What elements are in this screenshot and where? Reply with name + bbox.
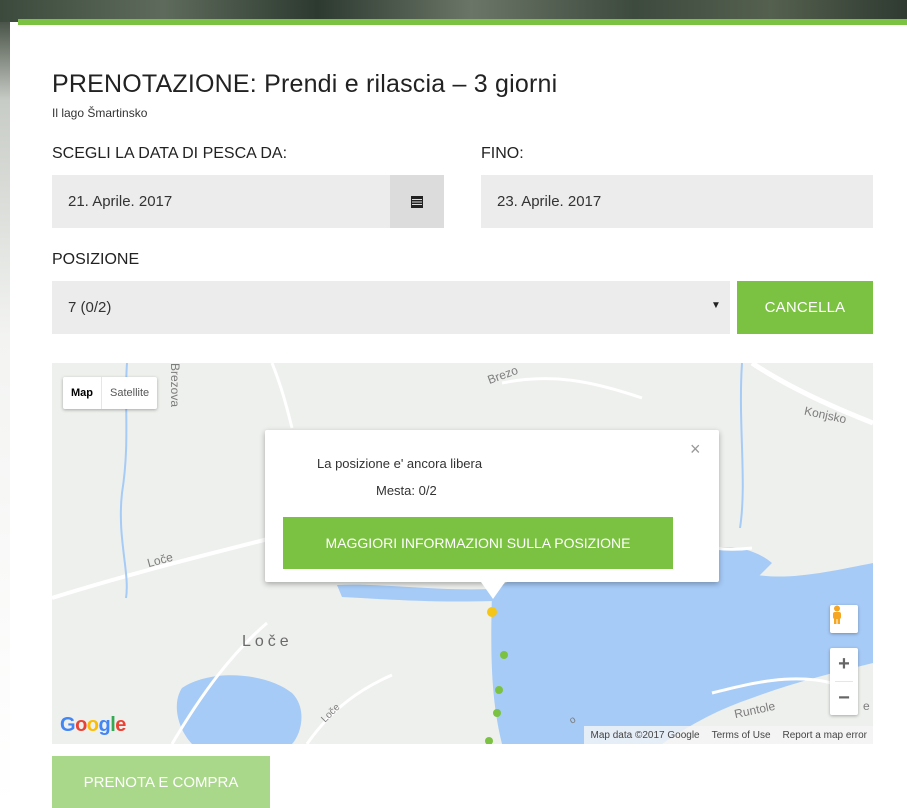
info-window: La posizione e' ancora libera Mesta: 0/2… [265,430,719,582]
date-from-input[interactable]: 21. Aprile. 2017 [52,175,390,228]
lake-name: Il lago Šmartinsko [52,106,148,120]
map-type-satellite[interactable]: Satellite [101,377,157,409]
zoom-control: + − [830,648,858,715]
calendar-icon [411,195,423,208]
place-label: Loče [242,633,293,650]
position-select[interactable]: 7 (0/2) [52,281,730,334]
google-logo: Google [60,714,126,736]
cancel-button[interactable]: CANCELLA [737,281,873,334]
report-error-link[interactable]: Report a map error [783,730,867,741]
map-type-control: Map Satellite [63,377,158,409]
map-type-map[interactable]: Map [63,377,101,409]
pegman-icon [833,605,841,624]
page-title: PRENOTAZIONE: Prendi e rilascia – 3 gior… [52,70,558,98]
background-edge [0,22,10,808]
close-icon[interactable]: × [690,439,701,460]
date-from-label: SCEGLI LA DATA DI PESCA DA: [52,145,288,162]
zoom-out-button[interactable]: − [830,682,858,715]
terms-link[interactable]: Terms of Use [712,730,771,741]
place-label: e [863,699,870,713]
calendar-button[interactable] [390,175,444,228]
spots-text: Mesta: 0/2 [376,483,437,498]
dropdown-arrow-icon: ▼ [711,300,721,311]
map-data-credit: Map data ©2017 Google [590,729,700,741]
map[interactable]: Map Satellite Brezova Brezo Konjsko Loče… [52,363,873,744]
more-info-button[interactable]: MAGGIORI INFORMAZIONI SULLA POSIZIONE [283,517,673,569]
position-label: POSIZIONE [52,251,140,268]
card-accent-bar [18,19,907,25]
availability-text: La posizione e' ancora libera [317,456,483,471]
date-to-label: FINO: [481,145,524,162]
zoom-in-button[interactable]: + [830,648,858,681]
book-and-buy-button[interactable]: PRENOTA E COMPRA [52,756,270,808]
date-to-input[interactable]: 23. Aprile. 2017 [481,175,873,228]
place-label: Brezova [168,363,182,408]
street-view-pegman-icon[interactable] [830,605,858,633]
info-window-tail [481,582,505,599]
map-attribution: Map data ©2017 Google Terms of Use Repor… [584,726,873,744]
